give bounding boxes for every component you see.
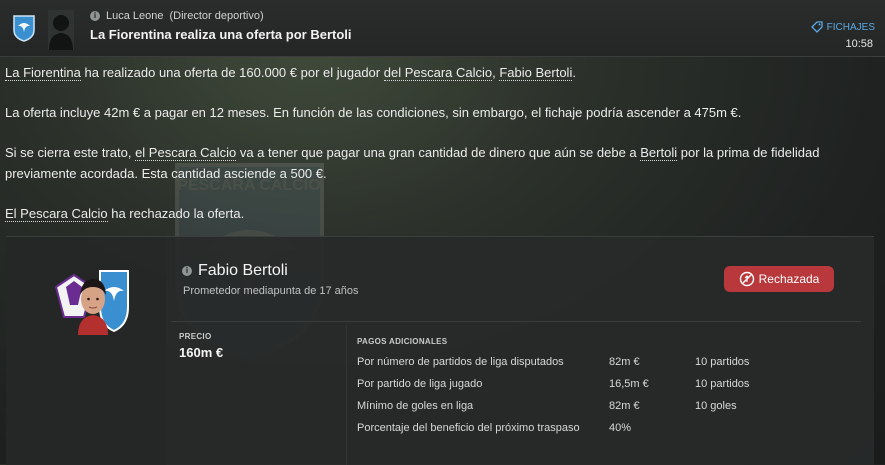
info-icon[interactable]: i (182, 266, 192, 276)
tag-label: FICHAJES (826, 21, 875, 33)
info-icon[interactable]: i (90, 11, 100, 21)
payment-row: Por partido de liga jugado 16,5m € 10 pa… (357, 378, 877, 394)
paragraph-3: Si se cierra este trato, el Pescara Calc… (5, 142, 875, 184)
column-divider (346, 325, 347, 465)
link-player-bertoli[interactable]: Bertoli (640, 145, 678, 161)
paragraph-2: La oferta incluye 42m € a pagar en 12 me… (5, 105, 742, 120)
payment-row: Mínimo de goles en liga 82m € 10 goles (357, 400, 877, 416)
paragraph-1: La Fiorentina ha realizado una oferta de… (5, 62, 875, 83)
message-header: i Luca Leone (Director deportivo) La Fio… (0, 0, 885, 57)
text: . (572, 65, 576, 80)
tag-icon (810, 21, 823, 33)
link-club-pescara[interactable]: del Pescara Calcio (383, 65, 493, 81)
player-photo[interactable] (72, 271, 114, 335)
payment-row: Por número de partidos de liga disputado… (357, 356, 877, 372)
link-club-fiorentina[interactable]: La Fiorentina (5, 65, 81, 81)
payment-condition: 10 partidos (695, 378, 750, 390)
payments-label: PAGOS ADICIONALES (357, 337, 448, 346)
sender-avatar[interactable] (48, 10, 74, 50)
payment-row: Porcentaje del beneficio del próximo tra… (357, 422, 877, 438)
payment-desc: Por número de partidos de liga disputado… (357, 356, 564, 368)
tag-fichajes[interactable]: FICHAJES (810, 21, 875, 33)
reject-icon (739, 271, 754, 287)
text: ha realizado una oferta de 160.000 € por… (80, 65, 384, 80)
payment-amount: 82m € (609, 400, 640, 412)
payment-amount: 16,5m € (609, 378, 649, 390)
text: ha rechazado la oferta. (107, 206, 245, 221)
price-value: 160m € (179, 345, 224, 360)
payment-desc: Por partido de liga jugado (357, 378, 483, 390)
paragraph-4: El Pescara Calcio ha rechazado la oferta… (5, 203, 875, 224)
payment-amount: 40% (609, 422, 632, 434)
status-rejected-button[interactable]: Rechazada (724, 266, 834, 292)
person-silhouette-icon (49, 15, 73, 50)
payment-condition: 10 goles (695, 400, 737, 412)
payment-desc: Porcentaje del beneficio del próximo tra… (357, 422, 580, 434)
divider (171, 321, 861, 322)
player-name[interactable]: Fabio Bertoli (198, 262, 288, 280)
message-body: La Fiorentina ha realizado una oferta de… (5, 62, 875, 243)
payment-desc: Mínimo de goles en liga (357, 400, 474, 412)
sender-name[interactable]: Luca Leone (106, 10, 164, 22)
price-label: PRECIO (179, 332, 212, 341)
message-subject: La Fiorentina realiza una oferta por Ber… (90, 27, 352, 42)
status-label: Rechazada (758, 272, 820, 286)
pescara-crest-icon[interactable] (12, 14, 36, 42)
link-club-pescara[interactable]: El Pescara Calcio (5, 206, 108, 222)
message-time: 10:58 (845, 38, 873, 50)
link-club-pescara[interactable]: el Pescara Calcio (135, 145, 237, 161)
payment-condition: 10 partidos (695, 356, 750, 368)
player-description: Prometedor mediapunta de 17 años (183, 285, 359, 297)
sender-row: i Luca Leone (Director deportivo) (90, 10, 264, 22)
sender-role: (Director deportivo) (169, 10, 264, 22)
offer-card: i Fabio Bertoli Prometedor mediapunta de… (6, 236, 874, 465)
payment-amount: 82m € (609, 356, 640, 368)
text: va a tener que pagar una gran cantidad d… (236, 145, 641, 160)
player-name-row: i Fabio Bertoli (182, 262, 288, 280)
text: Si se cierra este trato, (5, 145, 136, 160)
link-player-bertoli[interactable]: Fabio Bertoli (499, 65, 573, 81)
